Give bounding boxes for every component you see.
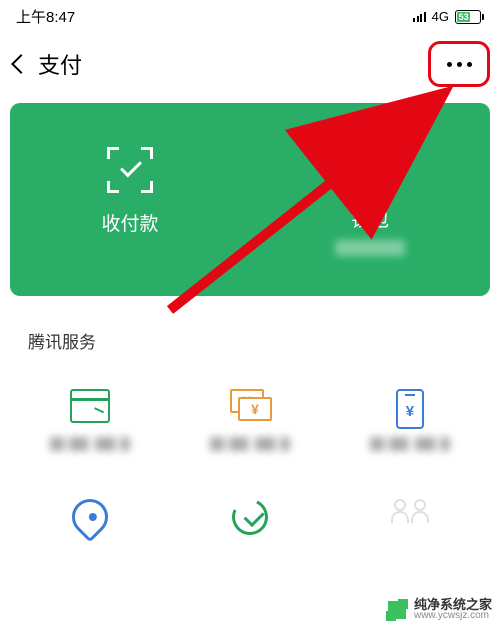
- status-bar: 上午8:47 4G 53: [0, 0, 500, 31]
- service-item-mobile[interactable]: ¥: [330, 361, 490, 471]
- wallet-icon: [343, 151, 397, 189]
- service-item-coupon[interactable]: ¥¥: [170, 361, 330, 471]
- service-label-blurred: [370, 437, 450, 451]
- back-icon[interactable]: [11, 54, 31, 74]
- more-button[interactable]: [432, 43, 486, 85]
- wallet-balance-blurred: [335, 240, 405, 256]
- battery-icon: 53: [455, 10, 484, 24]
- card-pay-icon: [70, 389, 110, 423]
- signal-icon: [413, 12, 426, 22]
- coupon-icon: ¥¥: [230, 389, 270, 423]
- pay-receive-button[interactable]: 收付款: [10, 147, 250, 256]
- wallet-button[interactable]: 钱包: [250, 147, 490, 256]
- watermark-url: www.ycwsjz.com: [414, 611, 492, 621]
- payment-card: 收付款 钱包: [10, 103, 490, 296]
- service-item-insurance[interactable]: [170, 471, 330, 553]
- pay-receive-label: 收付款: [101, 209, 158, 236]
- service-item-card[interactable]: [10, 361, 170, 471]
- clock: 上午8:47: [16, 6, 75, 27]
- service-label-blurred: [50, 437, 130, 451]
- tencent-services-section: 腾讯服务 ¥¥ ¥: [10, 310, 490, 553]
- watermark-logo-icon: [386, 599, 408, 621]
- service-item-finance[interactable]: [10, 471, 170, 553]
- section-title: 腾讯服务: [10, 328, 490, 361]
- scan-pay-icon: [107, 147, 153, 193]
- service-item-people[interactable]: [330, 471, 490, 553]
- phone-topup-icon: ¥: [390, 389, 430, 423]
- network-label: 4G: [432, 9, 449, 24]
- watermark: 纯净系统之家 www.ycwsjz.com: [384, 596, 494, 623]
- check-circle-icon: [230, 499, 270, 533]
- drop-icon: [70, 499, 110, 533]
- more-icon: [447, 62, 472, 67]
- page-title: 支付: [38, 48, 82, 80]
- wallet-label: 钱包: [351, 205, 389, 232]
- people-icon: [390, 499, 430, 529]
- service-label-blurred: [210, 437, 290, 451]
- nav-bar: 支付: [0, 31, 500, 103]
